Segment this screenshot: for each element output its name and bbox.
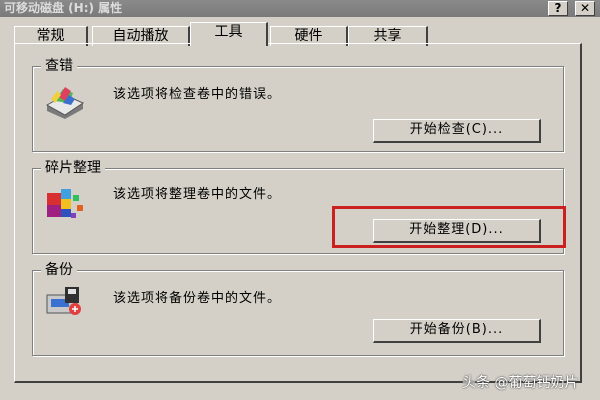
highlight-box — [332, 206, 566, 248]
group-error-checking: 查错 该选项将检查卷中的错误。 开始检查(C)... — [32, 58, 564, 152]
watermark-text: 头条 @葡萄钙奶片 — [462, 375, 579, 391]
start-check-button[interactable]: 开始检查(C)... — [373, 119, 541, 143]
defrag-icon — [47, 189, 83, 218]
close-button[interactable]: ✕ — [575, 1, 595, 16]
backup-icon — [46, 287, 81, 315]
tab-tools[interactable]: 工具 — [190, 22, 268, 46]
defragmentation-description: 该选项将整理卷中的文件。 — [113, 187, 282, 202]
error-checking-description: 该选项将检查卷中的错误。 — [113, 87, 282, 102]
backup-description: 该选项将备份卷中的文件。 — [113, 291, 282, 306]
title-bar: 可移动磁盘 (H:) 属性 ? ✕ — [0, 0, 600, 17]
disk-check-icon — [45, 87, 85, 119]
help-button[interactable]: ? — [548, 1, 568, 16]
window-title: 可移动磁盘 (H:) 属性 — [4, 1, 123, 15]
group-backup: 备份 该选项将备份卷中的文件。 开始备份(B)... — [32, 262, 564, 356]
group-title-backup: 备份 — [41, 262, 77, 278]
group-title-error-checking: 查错 — [41, 58, 77, 74]
start-backup-button[interactable]: 开始备份(B)... — [373, 319, 541, 343]
group-title-defragmentation: 碎片整理 — [41, 160, 105, 176]
